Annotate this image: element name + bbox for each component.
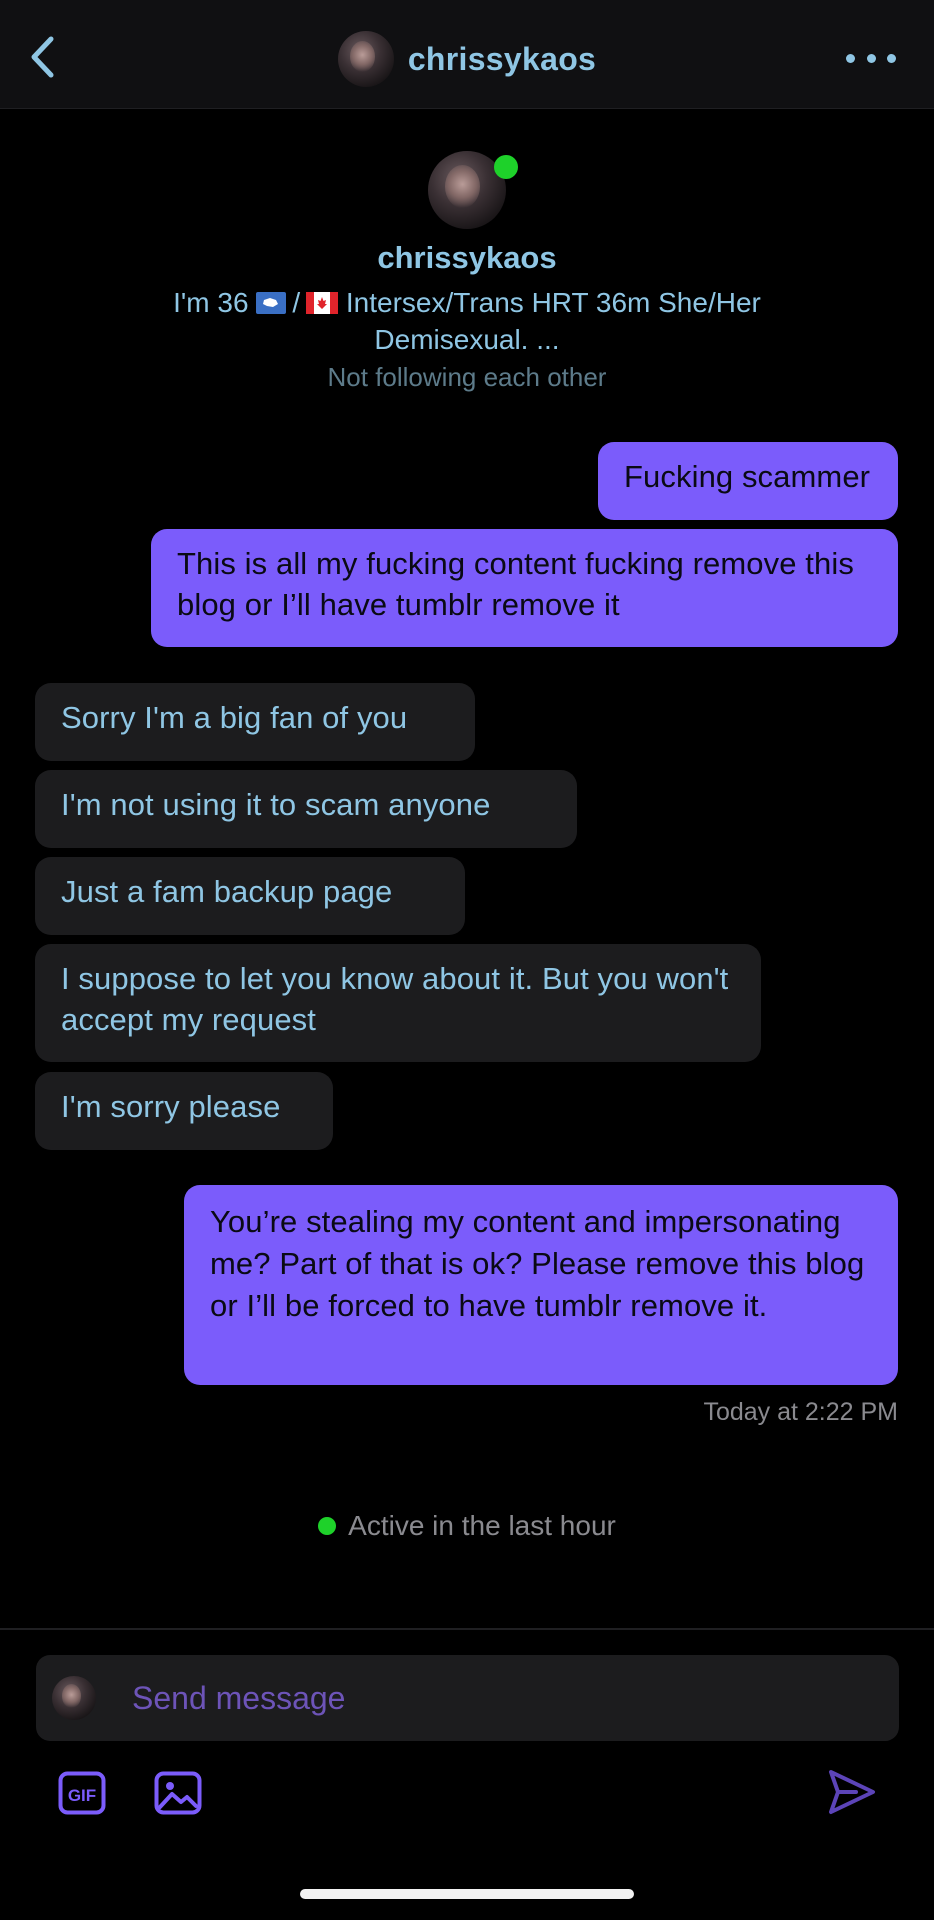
composer-divider <box>0 1628 934 1630</box>
message-bubble-incoming[interactable]: I suppose to let you know about it. But … <box>35 944 761 1062</box>
profile-avatar-container[interactable] <box>428 151 518 229</box>
follow-status: Not following each other <box>327 362 607 392</box>
send-message-input[interactable] <box>130 1678 874 1718</box>
composer-avatar <box>52 1676 96 1720</box>
bio-text-end: Intersex/Trans HRT 36m She/Her Demisexua… <box>338 287 761 355</box>
antarctica-flag-icon <box>256 292 287 314</box>
gif-icon: GIF <box>58 1771 106 1815</box>
header-username[interactable]: chrissykaos <box>408 41 596 78</box>
gif-label: GIF <box>68 1786 96 1805</box>
send-button[interactable] <box>826 1766 878 1818</box>
message-bubble-incoming[interactable]: Just a fam backup page <box>35 857 465 935</box>
bio-text-start: I'm 36 <box>173 287 257 318</box>
message-bubble-incoming[interactable]: I'm not using it to scam anyone <box>35 770 577 848</box>
message-bubble-incoming[interactable]: I'm sorry please <box>35 1072 333 1150</box>
message-bubble-outgoing[interactable]: You’re stealing my content and impersona… <box>184 1185 898 1385</box>
send-icon <box>829 1770 875 1814</box>
image-button[interactable] <box>154 1771 202 1815</box>
home-indicator[interactable] <box>300 1889 634 1899</box>
profile-username[interactable]: chrissykaos <box>0 240 934 276</box>
header-avatar[interactable] <box>337 31 394 87</box>
bio-flag-separator: / <box>292 287 301 318</box>
conversation-header: chrissykaos <box>0 0 934 109</box>
message-bubble-incoming[interactable]: Sorry I'm a big fan of you <box>35 683 475 761</box>
more-options-button[interactable] <box>846 44 896 72</box>
profile-bio: I'm 36 / Intersex/Trans HRT 36m She/Her … <box>100 284 834 358</box>
image-icon <box>154 1771 202 1815</box>
gif-button[interactable]: GIF <box>58 1771 106 1815</box>
message-composer[interactable] <box>36 1655 899 1741</box>
header-profile[interactable]: chrissykaos <box>0 30 934 88</box>
more-horizontal-icon <box>846 53 855 63</box>
message-timestamp: Today at 2:22 PM <box>703 1398 898 1426</box>
message-bubble-outgoing[interactable]: This is all my fucking content fucking r… <box>151 529 898 647</box>
active-status: Active in the last hour <box>0 1510 934 1542</box>
active-status-text: Active in the last hour <box>348 1510 616 1541</box>
active-status-dot <box>318 1517 337 1535</box>
online-indicator <box>494 155 518 179</box>
canada-flag-icon <box>306 292 339 314</box>
message-bubble-outgoing[interactable]: Fucking scammer <box>598 442 898 520</box>
